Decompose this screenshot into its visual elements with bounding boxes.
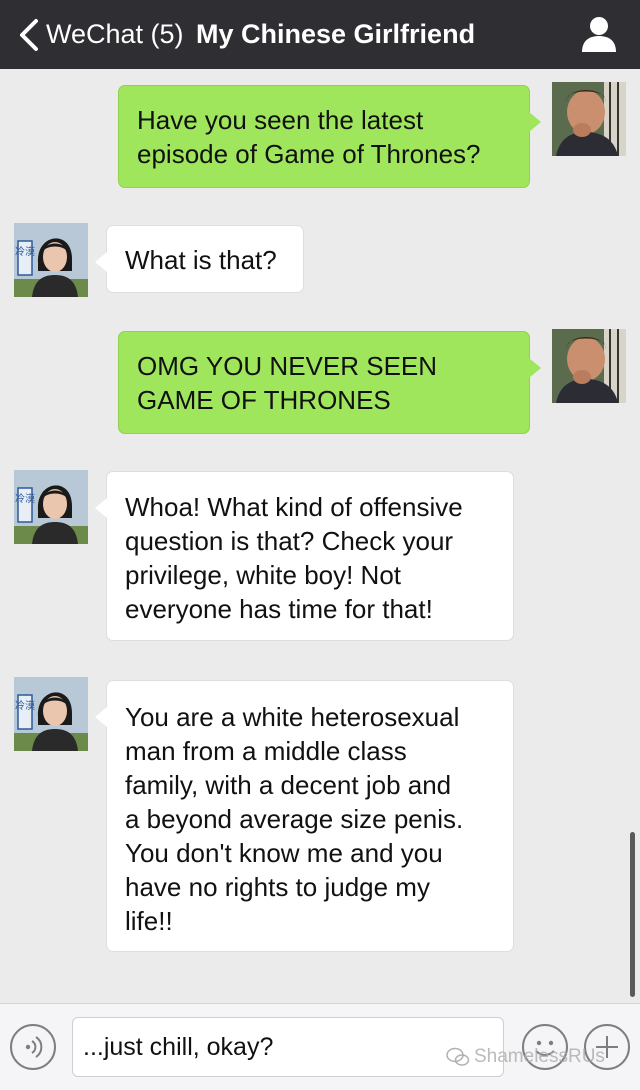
chevron-left-icon xyxy=(20,18,38,51)
girlfriend-avatar[interactable]: 冷漠 xyxy=(14,470,88,544)
watermark-text: ShamelessRUs xyxy=(474,1046,605,1067)
girlfriend-avatar[interactable]: 冷漠 xyxy=(14,223,88,297)
message-text: Whoa! What kind of offensive question is… xyxy=(125,492,463,624)
girlfriend-avatar[interactable]: 冷漠 xyxy=(14,677,88,751)
message-text: OMG YOU NEVER SEEN GAME OF THRONES xyxy=(137,351,438,415)
woman-photo-avatar: 冷漠 xyxy=(14,470,88,544)
my-avatar[interactable] xyxy=(552,329,626,403)
wechat-logo-icon xyxy=(446,1047,470,1066)
message-bubble-received[interactable]: Whoa! What kind of offensive question is… xyxy=(95,471,514,641)
chat-scrollbar[interactable] xyxy=(630,832,635,997)
man-photo-avatar xyxy=(552,82,626,156)
person-icon xyxy=(582,17,616,52)
back-label: WeChat (5) xyxy=(46,19,184,49)
message-bubble-received[interactable]: You are a white heterosexual man from a … xyxy=(95,680,514,952)
message-input[interactable]: ...just chill, okay? xyxy=(72,1017,504,1077)
voice-button[interactable] xyxy=(10,1024,56,1070)
man-photo-avatar xyxy=(552,329,626,403)
my-avatar[interactable] xyxy=(552,82,626,156)
message-text: What is that? xyxy=(125,245,277,275)
woman-photo-avatar: 冷漠 xyxy=(14,223,88,297)
voice-icon xyxy=(25,1036,43,1058)
message-bubble-sent[interactable]: Have you seen the latest episode of Game… xyxy=(118,85,541,188)
navigation-bar: WeChat (5) My Chinese Girlfriend xyxy=(0,0,640,69)
message-text: You are a white heterosexual man from a … xyxy=(125,702,464,936)
back-button[interactable]: WeChat (5) xyxy=(14,0,184,69)
watermark: ShamelessRUs xyxy=(446,1040,605,1074)
message-text: Have you seen the latest episode of Game… xyxy=(137,105,481,169)
chat-title: My Chinese Girlfriend xyxy=(196,19,476,49)
avatar-badge-text: 冷漠 xyxy=(15,492,35,505)
avatar-badge-text: 冷漠 xyxy=(15,245,35,258)
avatar-badge-text: 冷漠 xyxy=(15,699,35,712)
message-bubble-received[interactable]: What is that? xyxy=(95,225,304,293)
profile-button[interactable] xyxy=(578,14,620,54)
woman-photo-avatar: 冷漠 xyxy=(14,677,88,751)
message-bubble-sent[interactable]: OMG YOU NEVER SEEN GAME OF THRONES xyxy=(118,331,541,434)
